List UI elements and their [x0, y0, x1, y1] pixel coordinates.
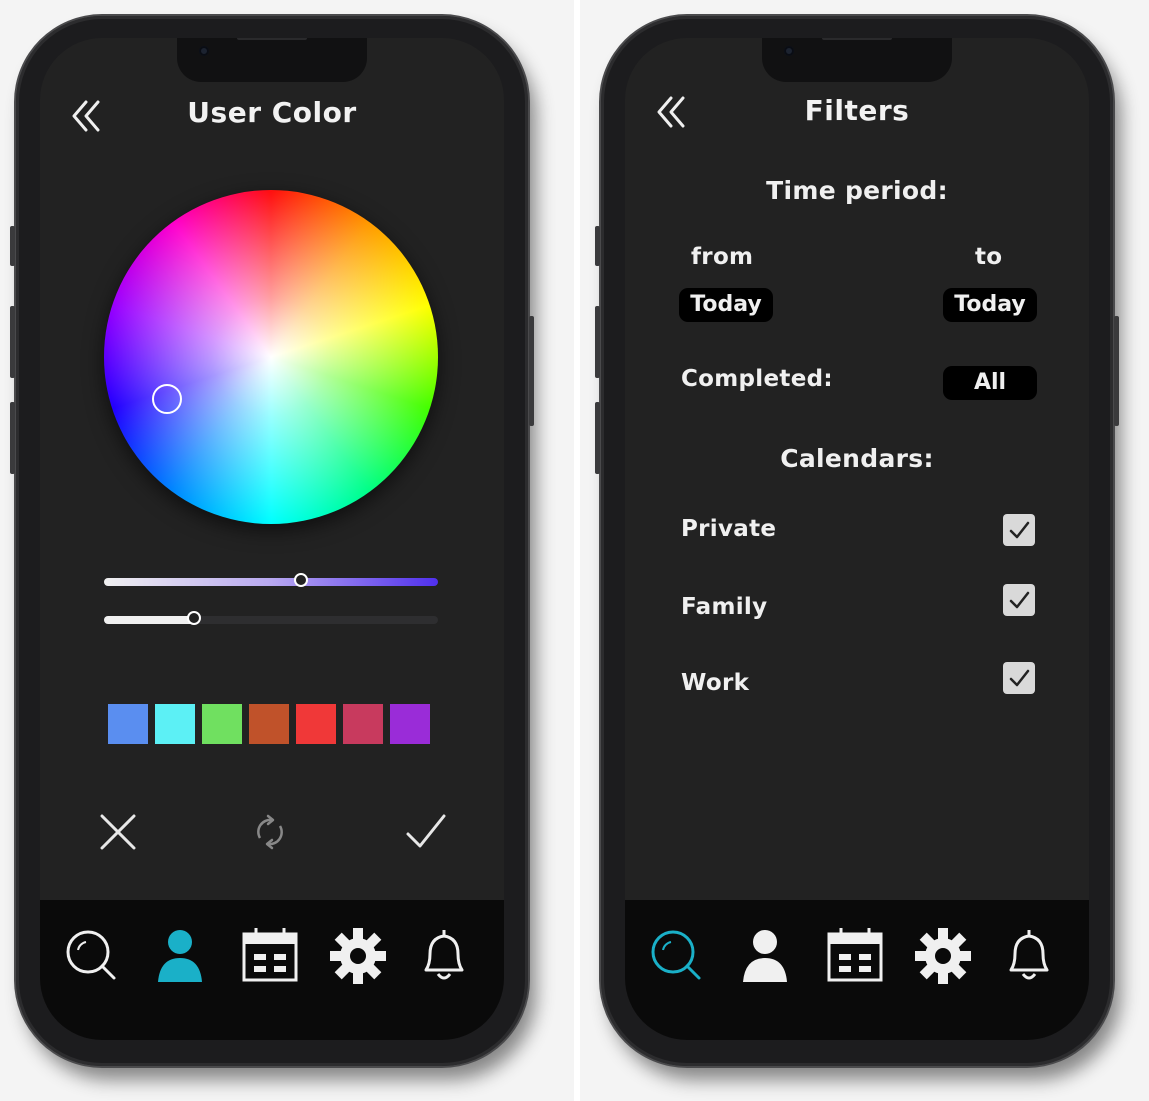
checkbox-family[interactable]: [1003, 584, 1035, 616]
calendar-icon[interactable]: [823, 924, 887, 988]
color-swatches: [108, 704, 438, 746]
color-swatch[interactable]: [108, 704, 148, 744]
color-swatch[interactable]: [296, 704, 336, 744]
from-label: from: [691, 244, 754, 270]
camera-icon: [784, 46, 794, 56]
color-wheel-picker[interactable]: [152, 384, 182, 414]
gear-icon[interactable]: [911, 924, 975, 988]
color-wheel[interactable]: [104, 190, 438, 524]
color-swatch[interactable]: [343, 704, 383, 744]
power-button: [1114, 316, 1119, 426]
volume-down-button: [10, 402, 15, 474]
slider-knob[interactable]: [187, 611, 202, 625]
user-color-screen: User Color: [40, 38, 504, 1040]
hue-slider[interactable]: [104, 573, 438, 587]
color-swatch[interactable]: [249, 704, 289, 744]
time-period-heading: Time period:: [766, 176, 948, 205]
left-phone: User Color: [10, 16, 534, 1066]
page-title: User Color: [187, 96, 357, 129]
volume-up-button: [10, 306, 15, 378]
notch: [762, 38, 952, 82]
to-date-picker[interactable]: Today: [943, 288, 1037, 322]
to-label: to: [975, 244, 1003, 270]
checkbox-private[interactable]: [1003, 514, 1035, 546]
bell-icon[interactable]: [997, 924, 1061, 988]
calendar-icon[interactable]: [238, 924, 302, 988]
refresh-icon[interactable]: [246, 808, 294, 856]
notch: [177, 38, 367, 82]
close-icon[interactable]: [94, 808, 142, 856]
right-phone: Filters Time period: from to Today Today…: [595, 16, 1119, 1066]
search-icon[interactable]: [645, 924, 709, 988]
color-swatch[interactable]: [390, 704, 430, 744]
page-title: Filters: [804, 94, 910, 127]
side-button: [10, 226, 15, 266]
user-icon[interactable]: [148, 924, 212, 988]
tab-bar: [40, 900, 504, 1040]
color-swatch[interactable]: [202, 704, 242, 744]
slider-knob[interactable]: [294, 573, 309, 587]
search-icon[interactable]: [60, 924, 124, 988]
calendars-heading: Calendars:: [780, 444, 934, 473]
gear-icon[interactable]: [326, 924, 390, 988]
completed-select[interactable]: All: [943, 366, 1037, 400]
checkbox-work[interactable]: [1003, 662, 1035, 694]
side-button: [595, 226, 600, 266]
calendar-label-work: Work: [681, 670, 750, 696]
brightness-slider[interactable]: [104, 611, 438, 625]
bell-icon[interactable]: [412, 924, 476, 988]
filters-screen: Filters Time period: from to Today Today…: [625, 38, 1089, 1040]
calendar-label-family: Family: [681, 594, 768, 620]
volume-up-button: [595, 306, 600, 378]
camera-icon: [199, 46, 209, 56]
volume-down-button: [595, 402, 600, 474]
color-swatch[interactable]: [155, 704, 195, 744]
from-date-picker[interactable]: Today: [679, 288, 773, 322]
check-icon[interactable]: [402, 808, 450, 856]
user-icon[interactable]: [733, 924, 797, 988]
calendar-label-private: Private: [681, 516, 777, 542]
completed-label: Completed:: [681, 366, 833, 392]
power-button: [529, 316, 534, 426]
tab-bar: [625, 900, 1089, 1040]
